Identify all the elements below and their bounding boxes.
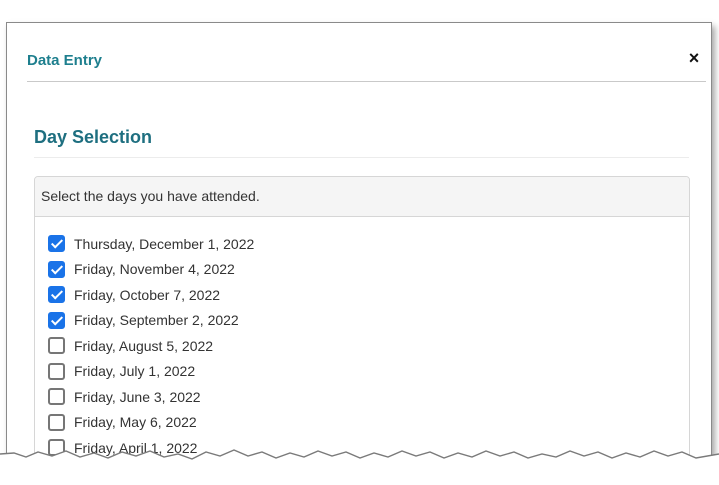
- day-label: Friday, July 1, 2022: [74, 363, 196, 380]
- data-entry-dialog: Data Entry × Day Selection Select the da…: [6, 22, 712, 476]
- dialog-title: Data Entry: [27, 52, 103, 69]
- day-option[interactable]: Friday, October 7, 2022: [48, 282, 254, 308]
- day-checkbox[interactable]: [48, 235, 65, 253]
- day-label: Friday, August 5, 2022: [74, 337, 214, 354]
- day-list: Thursday, December 1, 2022 Friday, Novem…: [48, 231, 254, 461]
- day-checkbox[interactable]: [48, 260, 65, 278]
- day-checkbox[interactable]: [48, 286, 65, 304]
- day-label: Friday, October 7, 2022: [74, 286, 221, 303]
- day-checkbox[interactable]: [48, 362, 65, 380]
- day-label: Friday, September 2, 2022: [74, 312, 239, 329]
- day-option[interactable]: Thursday, December 1, 2022: [48, 231, 254, 257]
- day-option[interactable]: Friday, November 4, 2022: [48, 257, 254, 283]
- day-selection-panel: Select the days you have attended. Thurs…: [34, 176, 690, 475]
- day-option[interactable]: Friday, May 6, 2022: [48, 410, 254, 436]
- day-label: Friday, November 4, 2022: [74, 261, 235, 278]
- day-option[interactable]: Friday, July 1, 2022: [48, 359, 254, 385]
- day-label: Thursday, December 1, 2022: [74, 235, 255, 252]
- day-checkbox[interactable]: [48, 337, 65, 355]
- day-label: Friday, June 3, 2022: [74, 388, 201, 405]
- section-title: Day Selection: [34, 127, 153, 147]
- day-option[interactable]: Friday, September 2, 2022: [48, 308, 254, 334]
- day-option[interactable]: Friday, August 5, 2022: [48, 333, 254, 359]
- torn-edge: [0, 449, 719, 485]
- panel-instruction: Select the days you have attended.: [35, 177, 689, 217]
- day-label: Friday, May 6, 2022: [74, 414, 197, 431]
- day-checkbox[interactable]: [48, 413, 65, 431]
- day-option[interactable]: Friday, June 3, 2022: [48, 384, 254, 410]
- dialog-header: Data Entry ×: [27, 23, 706, 82]
- section-divider: [34, 157, 689, 158]
- day-checkbox[interactable]: [48, 311, 65, 329]
- day-checkbox[interactable]: [48, 388, 65, 406]
- close-icon[interactable]: ×: [686, 49, 702, 67]
